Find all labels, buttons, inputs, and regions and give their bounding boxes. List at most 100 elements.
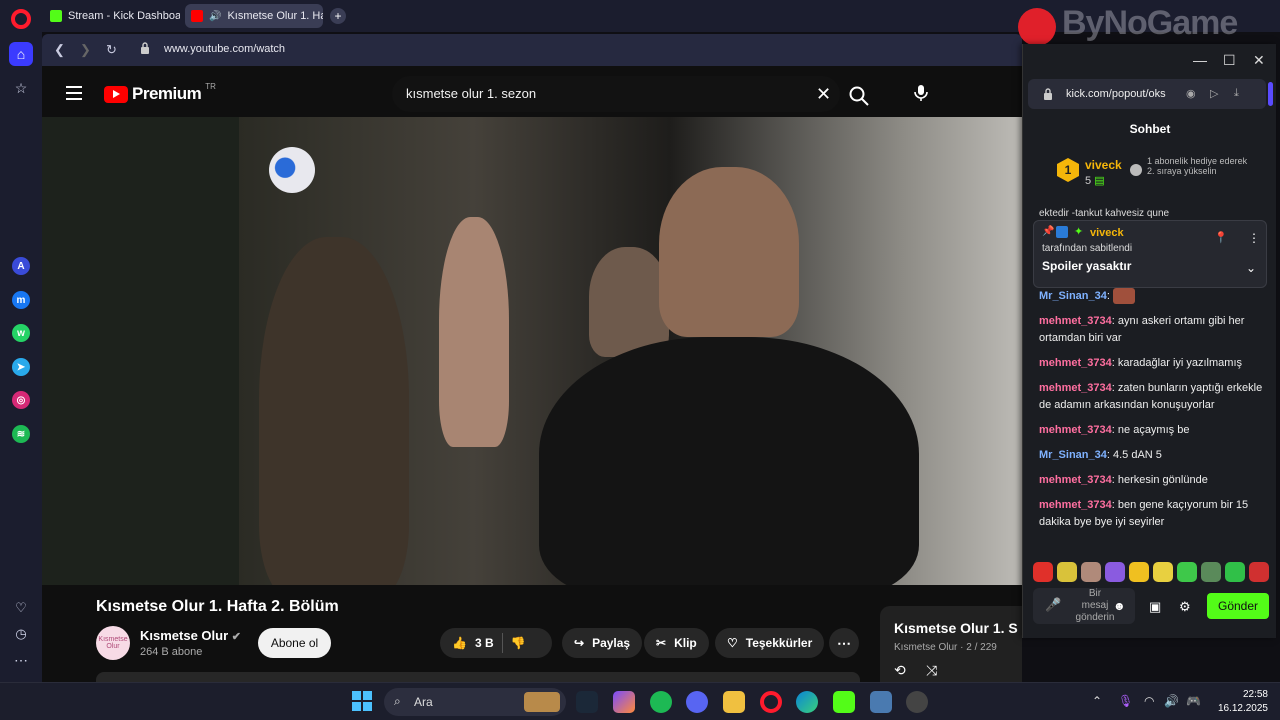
chevron-up-icon[interactable]: ⌃ bbox=[1092, 694, 1102, 708]
chat-user[interactable]: mehmet_3734 bbox=[1039, 474, 1112, 486]
taskbar-search[interactable]: ⌕ Ara bbox=[384, 688, 566, 716]
like-icon[interactable]: 👍 bbox=[452, 636, 467, 650]
chat-user[interactable]: Mr_Sinan_34 bbox=[1039, 290, 1107, 302]
shield-icon[interactable]: ◉ bbox=[1186, 87, 1196, 100]
send-button[interactable]: Gönder bbox=[1207, 593, 1269, 619]
chat-user[interactable]: mehmet_3734 bbox=[1039, 499, 1112, 511]
tab-kick-dashboard[interactable]: Stream - Kick Dashboard bbox=[44, 4, 180, 28]
gift-icon[interactable]: ▣ bbox=[1149, 599, 1161, 615]
folder-icon[interactable] bbox=[723, 691, 745, 713]
edge-icon[interactable] bbox=[796, 691, 818, 713]
wifi-icon[interactable]: ◠ bbox=[1144, 694, 1154, 708]
speaker-icon[interactable]: 🔊 bbox=[209, 11, 221, 22]
volume-icon[interactable]: 🔊 bbox=[1164, 694, 1179, 708]
chevron-down-icon[interactable]: ⌄ bbox=[1246, 261, 1256, 275]
channel-name[interactable]: Kısmetse Olur ✔ bbox=[140, 628, 241, 643]
clip-button[interactable]: ✂ Klip bbox=[644, 628, 709, 658]
video-player[interactable] bbox=[239, 117, 1022, 585]
reload-icon[interactable]: ↻ bbox=[106, 42, 117, 58]
obs-icon[interactable] bbox=[906, 691, 928, 713]
tab-youtube[interactable]: 🔊 Kısmetse Olur 1. Hafta bbox=[185, 4, 323, 28]
search-icon[interactable] bbox=[848, 85, 870, 107]
send-icon[interactable]: ▷ bbox=[1210, 87, 1218, 100]
telegram-icon[interactable]: ➤ bbox=[12, 358, 30, 376]
emote-icon[interactable] bbox=[1057, 562, 1077, 582]
menu-dots-icon[interactable]: ⋮ bbox=[1248, 231, 1260, 245]
instagram-icon[interactable]: ◎ bbox=[12, 391, 30, 409]
opera-logo-icon[interactable] bbox=[11, 9, 31, 29]
description-box[interactable] bbox=[96, 672, 860, 682]
home-icon[interactable]: ⌂ bbox=[9, 42, 33, 66]
emote-icon[interactable] bbox=[1129, 562, 1149, 582]
chat-user[interactable]: mehmet_3734 bbox=[1039, 315, 1112, 327]
aria-icon[interactable]: A bbox=[12, 257, 30, 275]
emote-icon[interactable] bbox=[1201, 562, 1221, 582]
like-count[interactable]: 3 B bbox=[475, 636, 494, 650]
leader-user[interactable]: viveck bbox=[1085, 158, 1122, 172]
emote-icon[interactable] bbox=[1225, 562, 1245, 582]
channel-avatar[interactable]: Kısmetse Olur bbox=[96, 626, 130, 660]
forward-icon[interactable]: ❯ bbox=[80, 42, 91, 58]
close-icon[interactable]: ✕ bbox=[1253, 52, 1265, 69]
youtube-page: Premium TR kısmetse olur 1. sezon ✕ Kısm… bbox=[42, 66, 1022, 682]
dislike-icon[interactable]: 👎 bbox=[511, 636, 526, 650]
messenger-icon[interactable]: m bbox=[12, 291, 30, 309]
kick-icon[interactable] bbox=[833, 691, 855, 713]
clear-icon[interactable]: ✕ bbox=[816, 84, 831, 105]
scrollbar[interactable] bbox=[1268, 82, 1273, 106]
url-field[interactable]: www.youtube.com/watch bbox=[164, 43, 285, 55]
emote-icon[interactable] bbox=[1033, 562, 1053, 582]
chat-user[interactable]: mehmet_3734 bbox=[1039, 424, 1112, 436]
download-icon[interactable]: ⤓ bbox=[1234, 87, 1239, 100]
pinned-message[interactable]: 📌 ✦ viveck tarafından sabitlendi Spoiler… bbox=[1033, 220, 1267, 288]
emote-icon[interactable] bbox=[1081, 562, 1101, 582]
mic-icon[interactable] bbox=[906, 78, 936, 108]
spotify-icon[interactable] bbox=[650, 691, 672, 713]
shuffle-icon[interactable]: ⤨ bbox=[926, 662, 937, 679]
search-input[interactable]: kısmetse olur 1. sezon bbox=[406, 86, 536, 101]
pin-toggle-icon[interactable]: 📍 bbox=[1214, 231, 1228, 244]
emote-icon[interactable] bbox=[1249, 562, 1269, 582]
thanks-button[interactable]: ♡ Teşekkürler bbox=[715, 628, 825, 658]
emote-icon[interactable] bbox=[1177, 562, 1197, 582]
discord-icon[interactable] bbox=[686, 691, 708, 713]
emoji-icon[interactable]: ☻ bbox=[1113, 599, 1126, 613]
steam-icon[interactable] bbox=[576, 691, 598, 713]
opera-icon[interactable] bbox=[760, 691, 782, 713]
subscribe-button[interactable]: Abone ol bbox=[258, 628, 331, 658]
new-tab-button[interactable]: + bbox=[330, 8, 346, 24]
maximize-icon[interactable]: ☐ bbox=[1223, 52, 1236, 69]
pinned-user[interactable]: viveck bbox=[1090, 227, 1124, 239]
gamepad-icon[interactable]: 🎮 bbox=[1186, 694, 1201, 708]
loop-icon[interactable]: ⟲ bbox=[894, 662, 906, 679]
chat-user[interactable]: mehmet_3734 bbox=[1039, 357, 1112, 369]
history-icon[interactable]: ◷ bbox=[9, 622, 33, 646]
popout-url[interactable]: kick.com/popout/oks bbox=[1066, 88, 1166, 100]
mic-icon[interactable]: 🎙 bbox=[1118, 694, 1133, 708]
chat-input[interactable]: 🎤 Bir mesaj gönderin ☻ bbox=[1033, 588, 1135, 624]
start-icon[interactable] bbox=[352, 691, 372, 711]
share-button[interactable]: ↪ Paylaş bbox=[562, 628, 643, 658]
playlist-title[interactable]: Kısmetse Olur 1. S bbox=[894, 620, 1018, 636]
spotify-icon[interactable]: ≋ bbox=[12, 425, 30, 443]
search-box[interactable]: kısmetse olur 1. sezon ✕ bbox=[392, 76, 869, 112]
gear-icon[interactable]: ⚙ bbox=[1179, 599, 1191, 615]
more-icon[interactable]: ⋯ bbox=[9, 648, 33, 672]
chat-user[interactable]: mehmet_3734 bbox=[1039, 382, 1112, 394]
clock[interactable]: 22:58 16.12.2025 bbox=[1212, 688, 1268, 716]
more-actions-button[interactable]: ⋯ bbox=[829, 628, 859, 658]
youtube-logo[interactable]: Premium TR bbox=[104, 82, 216, 104]
channel-name-text[interactable]: Kısmetse Olur bbox=[140, 628, 228, 643]
heart-icon[interactable]: ♡ bbox=[9, 596, 33, 620]
star-icon[interactable]: ☆ bbox=[9, 76, 33, 100]
chat-user[interactable]: Mr_Sinan_34 bbox=[1039, 449, 1107, 461]
emote-icon[interactable] bbox=[1105, 562, 1125, 582]
copilot-icon[interactable] bbox=[613, 691, 635, 713]
whatsapp-icon[interactable]: w bbox=[12, 324, 30, 342]
emote-icon[interactable] bbox=[1153, 562, 1173, 582]
mic-icon[interactable]: 🎤 bbox=[1045, 597, 1061, 613]
app-icon[interactable] bbox=[870, 691, 892, 713]
minimize-icon[interactable]: — bbox=[1193, 52, 1207, 68]
back-icon[interactable]: ❮ bbox=[54, 42, 65, 58]
hamburger-menu-icon[interactable] bbox=[66, 86, 82, 100]
